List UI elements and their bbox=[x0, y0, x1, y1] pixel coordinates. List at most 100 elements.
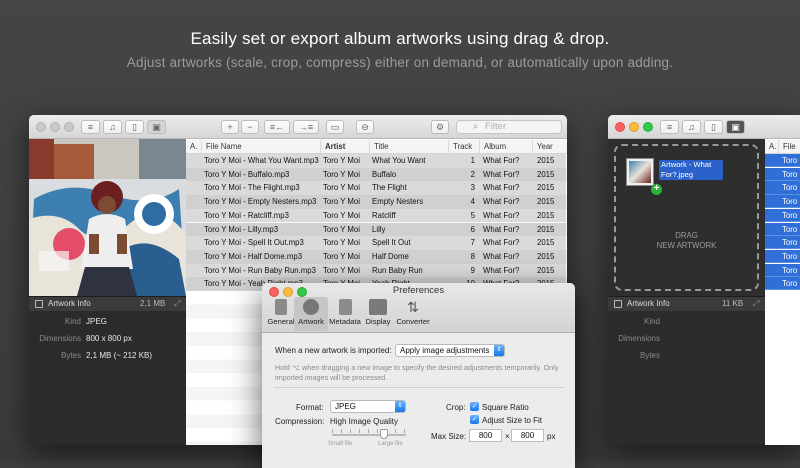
table-row[interactable]: Toro Y Moi - Buffalo.mp3 Toro Y Moi Buffal… bbox=[186, 167, 566, 182]
table-header: A. File bbox=[765, 140, 800, 154]
col-header-album[interactable]: Album bbox=[479, 140, 532, 153]
cell-year: 2015 bbox=[537, 156, 555, 165]
tab-converter[interactable]: ⇅ Converter bbox=[394, 297, 432, 331]
document-icon[interactable]: ▯ bbox=[704, 120, 723, 134]
close-button[interactable] bbox=[36, 122, 46, 132]
selected-row[interactable]: Toro bbox=[765, 263, 800, 277]
max-width-field[interactable]: 800 bbox=[469, 429, 502, 442]
filter-search-field[interactable]: ⌕ Filter bbox=[456, 120, 562, 134]
info-value: 800 x 800 px bbox=[86, 334, 132, 343]
tab-display[interactable]: Display bbox=[361, 297, 395, 331]
metadata-icon bbox=[338, 299, 352, 315]
cell-file: Toro Y Moi - Empty Nesters.mp3 bbox=[204, 197, 317, 207]
cell-file: Toro bbox=[782, 210, 798, 220]
settings-gear-icon[interactable]: ⚙ bbox=[431, 120, 449, 134]
cell-year: 2015 bbox=[537, 197, 555, 207]
selected-row[interactable]: Toro bbox=[765, 249, 800, 264]
col-header-file[interactable]: File bbox=[778, 140, 800, 153]
expand-icon[interactable]: ⤢ bbox=[753, 297, 759, 311]
tab-artwork[interactable]: Artwork bbox=[294, 297, 328, 331]
selected-row[interactable]: Toro bbox=[765, 195, 800, 209]
list-view-icon[interactable]: ≡ bbox=[81, 120, 100, 134]
table-row[interactable]: Toro Y Moi - What You Want.mp3 Toro Y Moi… bbox=[186, 154, 566, 168]
cell-file: Toro bbox=[782, 169, 798, 179]
table-row[interactable]: Toro Y Moi - Half Dome.mp3 Toro Y Moi Half… bbox=[186, 249, 566, 264]
selected-row[interactable]: Toro bbox=[765, 277, 800, 291]
col-header-artist[interactable]: Artist bbox=[320, 140, 369, 153]
cell-album: What For? bbox=[483, 210, 520, 220]
format-select[interactable]: JPEG ⇕ bbox=[330, 400, 406, 413]
max-height-field[interactable]: 800 bbox=[511, 429, 544, 442]
cell-track: 5 bbox=[470, 210, 475, 220]
times-sign: × bbox=[505, 432, 510, 441]
artwork-view-icon[interactable]: ▣ bbox=[726, 120, 745, 134]
document-icon[interactable]: ▯ bbox=[125, 120, 144, 134]
square-ratio-checkbox[interactable]: ✓ bbox=[470, 402, 479, 411]
table-row[interactable]: Toro Y Moi - The Flight.mp3 Toro Y Moi The… bbox=[186, 181, 566, 196]
preferences-toolbar: Preferences General Artwork Metadata Dis… bbox=[262, 283, 575, 333]
music-note-icon[interactable]: ♫ bbox=[103, 120, 122, 134]
cell-file: Toro Y Moi - Buffalo.mp3 bbox=[204, 169, 290, 179]
table-row[interactable]: Toro Y Moi - Spell It Out.mp3 Toro Y Moi S… bbox=[186, 236, 566, 250]
expand-icon[interactable]: ⤢ bbox=[174, 297, 180, 311]
album-artwork[interactable] bbox=[29, 139, 186, 296]
table-row[interactable]: Toro Y Moi - Run Baby Run.mp3 Toro Y Moi R… bbox=[186, 263, 566, 278]
cell-artist: Toro Y Moi bbox=[323, 238, 360, 248]
drop-zone[interactable]: Artwork - What For?.jpeg + DRAG NEW ARTW… bbox=[608, 139, 765, 296]
col-header-a[interactable]: A. bbox=[186, 140, 201, 153]
search-icon: ⌕ bbox=[473, 121, 479, 132]
cell-year: 2015 bbox=[537, 224, 555, 234]
imported-action-select[interactable]: Apply image adjustments ⇕ bbox=[395, 344, 505, 357]
selected-row[interactable]: Toro bbox=[765, 181, 800, 195]
music-note-icon[interactable]: ♫ bbox=[682, 120, 701, 134]
cell-title: The Flight bbox=[372, 183, 407, 193]
artwork-view-icon[interactable]: ▣ bbox=[147, 120, 166, 134]
table-row[interactable]: Toro Y Moi - Lilly.mp3 Toro Y Moi Lilly 6 Wh… bbox=[186, 222, 566, 237]
minimize-button[interactable] bbox=[50, 122, 60, 132]
cell-album: What For? bbox=[483, 197, 520, 207]
add-icon[interactable]: + bbox=[221, 120, 239, 134]
select-arrows-icon: ⇕ bbox=[395, 401, 405, 412]
table-row[interactable]: Toro Y Moi - Ratcliff.mp3 Toro Y Moi Ratcl… bbox=[186, 208, 566, 223]
headline: Easily set or export album artworks usin… bbox=[190, 29, 610, 48]
selected-row[interactable]: Toro bbox=[765, 208, 800, 222]
tab-metadata[interactable]: Metadata bbox=[328, 297, 362, 331]
add-plus-icon: + bbox=[651, 184, 662, 195]
selected-row[interactable]: Toro bbox=[765, 236, 800, 250]
cell-file: Toro Y Moi - Lilly.mp3 bbox=[204, 224, 279, 234]
selected-row[interactable]: Toro bbox=[765, 167, 800, 181]
selected-row[interactable]: Toro bbox=[765, 222, 800, 236]
export-icon[interactable]: →≡ bbox=[293, 120, 319, 134]
cell-album: What For? bbox=[483, 238, 520, 248]
col-header-title[interactable]: Title bbox=[369, 140, 448, 153]
compression-slider-track[interactable] bbox=[332, 434, 406, 436]
tab-label: Display bbox=[365, 317, 391, 326]
zoom-button[interactable] bbox=[64, 122, 74, 132]
folder-icon[interactable]: ▭ bbox=[326, 120, 344, 134]
artwork-info-panel: Kind Dimensions Bytes bbox=[608, 311, 765, 445]
stop-icon[interactable]: ⊖ bbox=[356, 120, 374, 134]
imported-label: When a new artwork is imported: bbox=[275, 346, 392, 355]
import-icon[interactable]: ≡← bbox=[264, 120, 290, 134]
cell-file: Toro bbox=[782, 238, 798, 248]
list-view-icon[interactable]: ≡ bbox=[660, 120, 679, 134]
minimize-button[interactable] bbox=[629, 122, 639, 132]
cell-file: Toro Y Moi - What You Want.mp3 bbox=[204, 156, 319, 165]
remove-icon[interactable]: − bbox=[241, 120, 259, 134]
zoom-button[interactable] bbox=[643, 122, 653, 132]
small-file-label: Small file bbox=[328, 441, 353, 447]
col-header-year[interactable]: Year bbox=[532, 140, 567, 153]
cell-artist: Toro Y Moi bbox=[323, 169, 360, 179]
col-header-file-name[interactable]: File Name bbox=[201, 140, 320, 153]
selected-row[interactable]: Toro bbox=[765, 154, 800, 168]
table-row[interactable]: Toro Y Moi - Empty Nesters.mp3 Toro Y Moi… bbox=[186, 195, 566, 209]
tab-general[interactable]: General bbox=[264, 297, 298, 331]
cell-artist: Toro Y Moi bbox=[323, 156, 360, 165]
col-header-track[interactable]: Track № bbox=[448, 140, 479, 164]
close-button[interactable] bbox=[615, 122, 625, 132]
adjust-size-checkbox[interactable]: ✓ bbox=[470, 415, 479, 424]
info-key: Dimensions bbox=[39, 334, 81, 343]
cell-title: Spell It Out bbox=[372, 238, 411, 248]
col-header-a[interactable]: A. bbox=[765, 140, 778, 153]
compression-slider-knob[interactable] bbox=[380, 429, 388, 439]
